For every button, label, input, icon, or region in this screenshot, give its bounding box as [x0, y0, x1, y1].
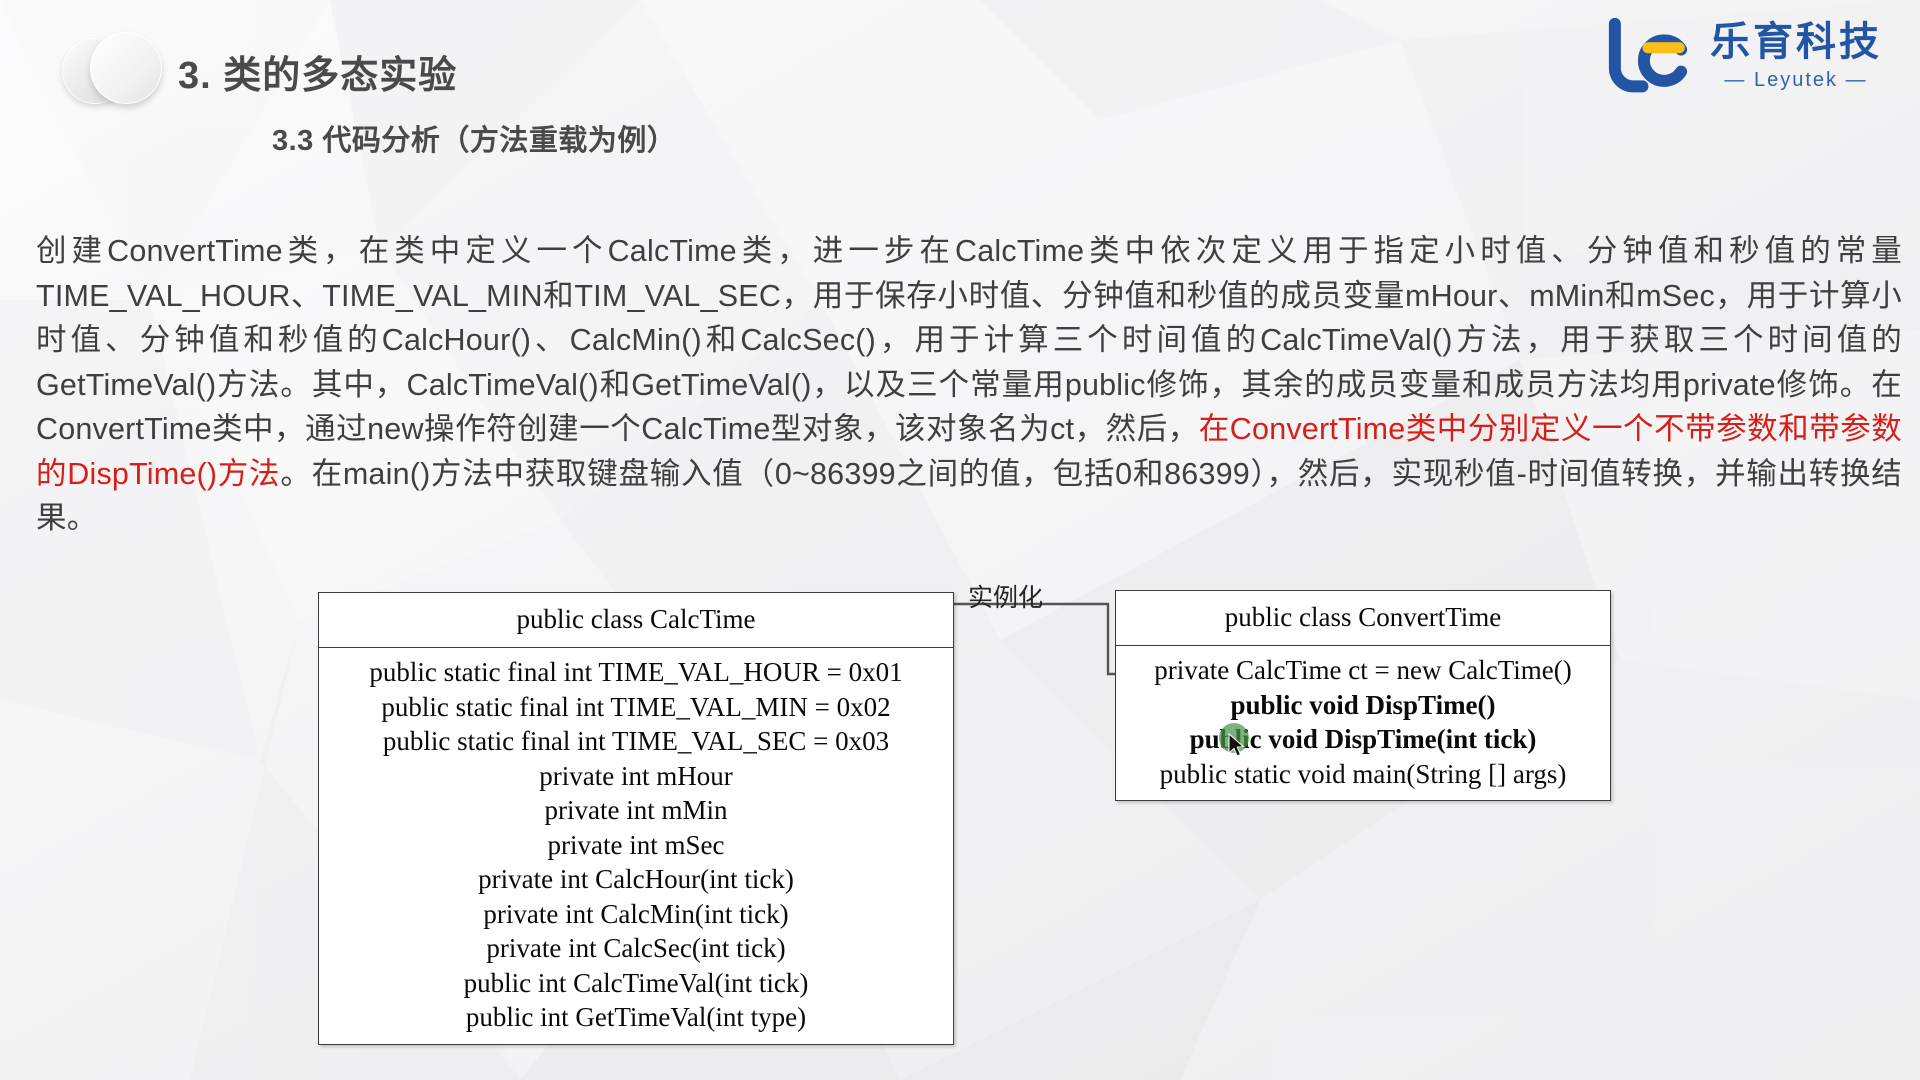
- leyutek-bc-logo-icon: [1608, 18, 1688, 93]
- logo-english-name: — Leyutek —: [1724, 69, 1868, 91]
- uml-member-row: private int CalcHour(int tick): [478, 864, 794, 894]
- page-title: 3. 类的多态实验: [178, 55, 458, 97]
- uml-member-row: private int mMin: [544, 795, 728, 825]
- uml-calctime-title: public class CalcTime: [319, 593, 953, 648]
- double-ring-icon: [62, 32, 177, 110]
- mouse-pointer-icon: [1228, 733, 1245, 757]
- uml-member-row: public static final int TIME_VAL_SEC = 0…: [382, 726, 890, 756]
- connector-label: 实例化: [968, 585, 1044, 612]
- uml-member-row: private CalcTime ct = new CalcTime(): [1154, 655, 1572, 685]
- uml-member-row: public int CalcTimeVal(int tick): [463, 967, 809, 998]
- uml-member-row: public void DispTime(int tick): [1189, 724, 1537, 754]
- uml-member-row: private int CalcMin(int tick): [483, 898, 789, 929]
- uml-converttime-title: public class ConvertTime: [1116, 591, 1610, 646]
- uml-member-row: public static final int TIME_VAL_MIN = 0…: [381, 691, 891, 722]
- uml-member-row: private int CalcSec(int tick): [486, 933, 786, 963]
- uml-member-row: public void DispTime(): [1230, 689, 1496, 720]
- uml-member-row: public int GetTimeVal(int type): [465, 1002, 807, 1032]
- uml-class-converttime: public class ConvertTime private CalcTim…: [1115, 590, 1611, 801]
- uml-member-row: public static void main(String [] args): [1159, 758, 1567, 789]
- uml-member-row: private int mHour: [539, 760, 733, 791]
- uml-member-row: private int mSec: [547, 829, 725, 860]
- uml-member-row: public static final int TIME_VAL_HOUR = …: [369, 657, 903, 687]
- brand-logo: 乐育科技 — Leyutek —: [1602, 18, 1882, 94]
- body-paragraph: 创建ConvertTime类，在类中定义一个CalcTime类，进一步在Calc…: [36, 229, 1902, 541]
- logo-chinese-name: 乐育科技: [1710, 20, 1882, 64]
- paragraph-segment-2: 。在main()方法中获取键盘输入值（0~86399之间的值，包括0和86399…: [36, 456, 1903, 536]
- uml-converttime-members: private CalcTime ct = new CalcTime() pub…: [1116, 646, 1610, 800]
- uml-class-calctime: public class CalcTime public static fina…: [318, 592, 954, 1045]
- ring-front: [90, 32, 162, 104]
- section-subtitle: 3.3 代码分析（方法重载为例）: [272, 125, 677, 157]
- uml-calctime-members: public static final int TIME_VAL_HOUR = …: [319, 648, 953, 1044]
